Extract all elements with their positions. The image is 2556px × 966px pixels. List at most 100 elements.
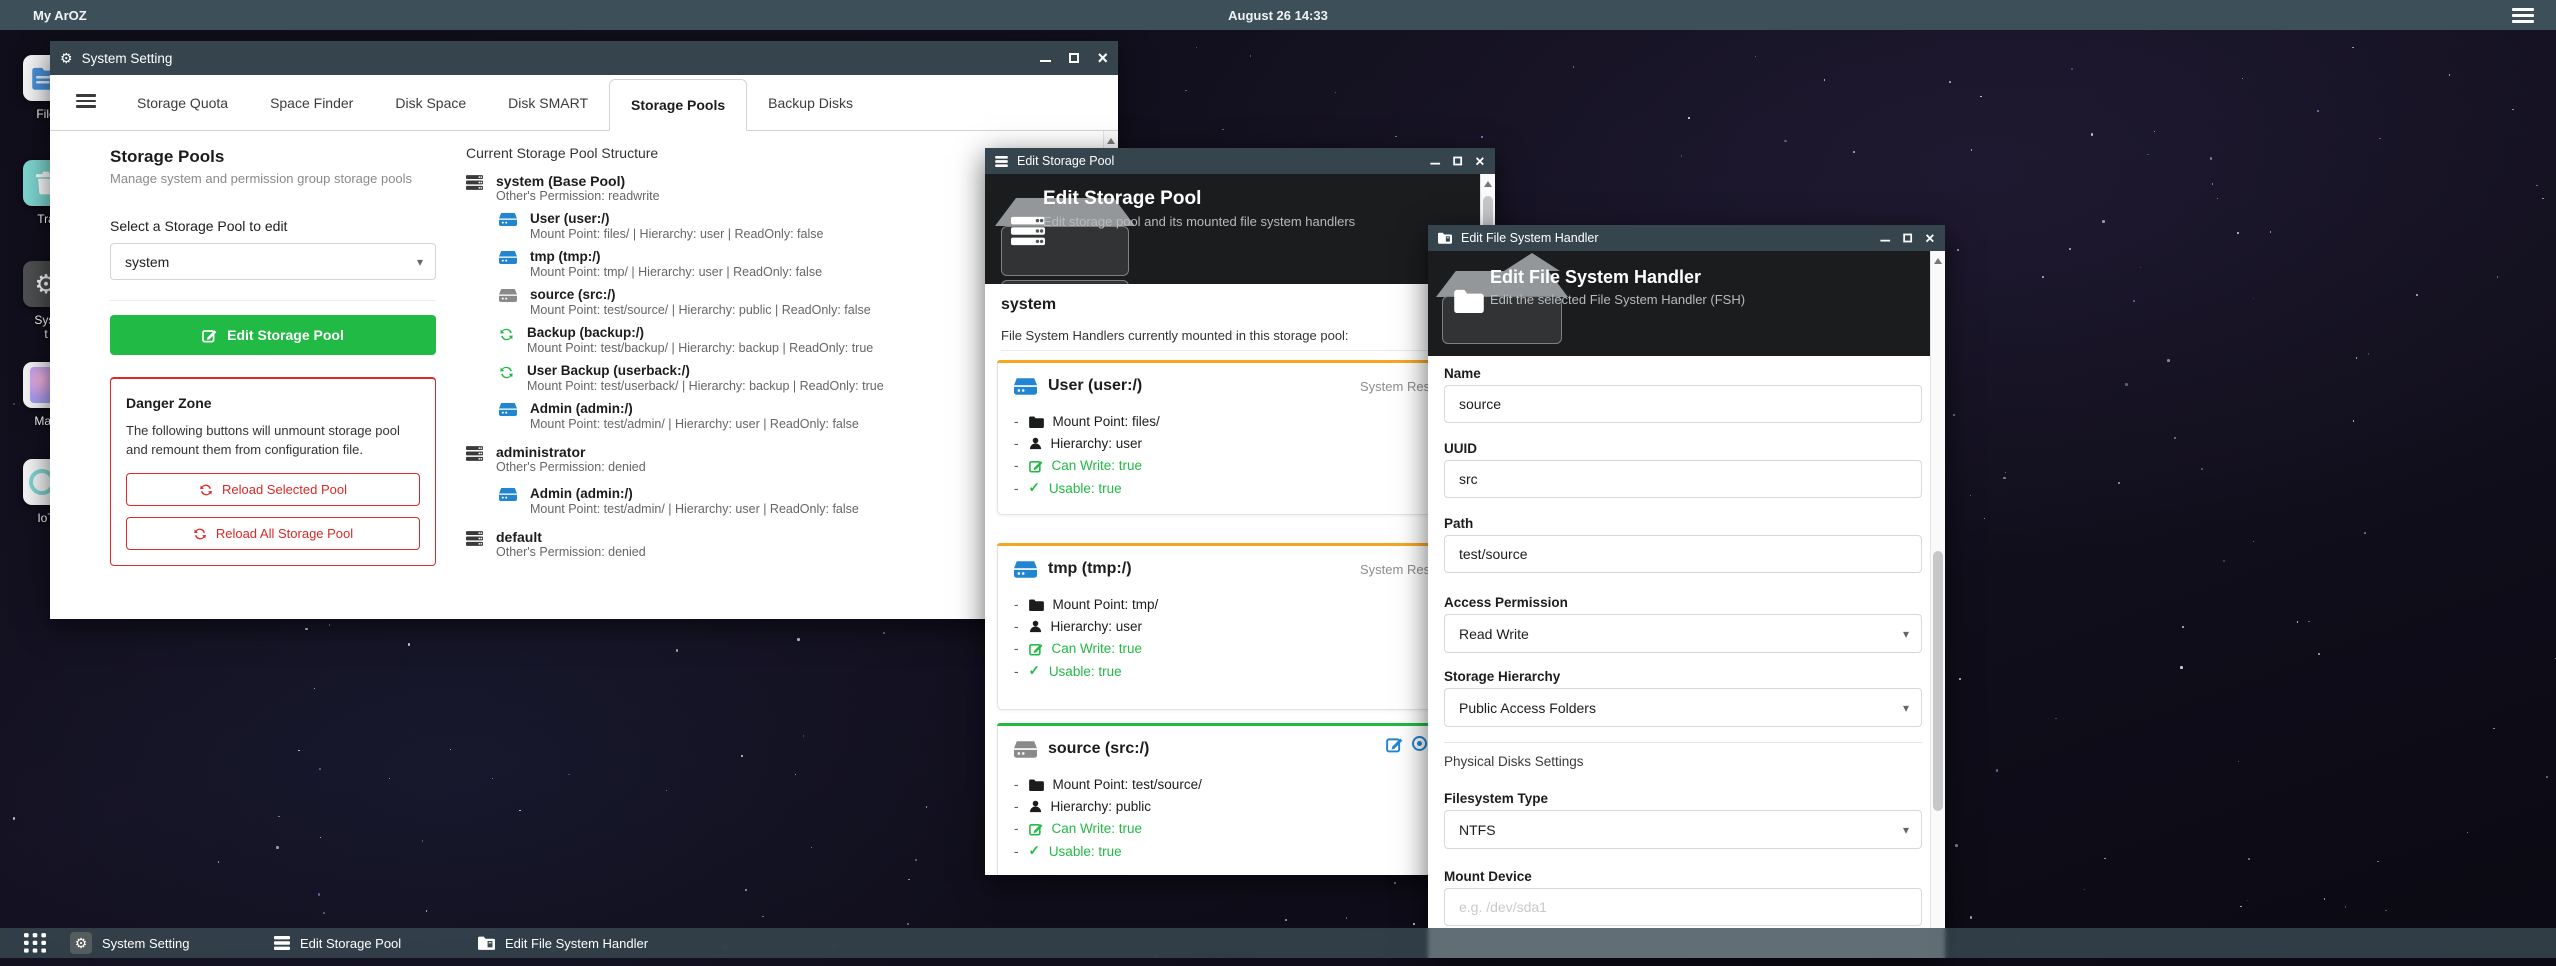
scrollbar-thumb[interactable] bbox=[1933, 551, 1943, 811]
unmount-fsh-button[interactable] bbox=[1412, 736, 1427, 751]
user-icon bbox=[1029, 800, 1042, 813]
taskbar-item-edit-storage-pool[interactable]: Edit Storage Pool bbox=[274, 928, 401, 958]
module-subtitle: Edit storage pool and its mounted file s… bbox=[1043, 214, 1355, 229]
edit-fsh-button[interactable] bbox=[1386, 736, 1403, 753]
storage-hierarchy-select[interactable]: Public Access Folders ▾ bbox=[1444, 688, 1922, 727]
taskbar: ⚙ System Setting Edit Storage Pool Edit … bbox=[0, 928, 2556, 958]
fsh-scrollbar[interactable] bbox=[1930, 251, 1945, 958]
reload-all-pool-button[interactable]: Reload All Storage Pool bbox=[126, 517, 420, 550]
storage-pools-panel: Storage Pools Manage system and permissi… bbox=[110, 147, 436, 566]
chevron-down-icon: ▾ bbox=[1903, 701, 1909, 715]
list-icon bbox=[995, 156, 1008, 167]
server-icon bbox=[1011, 216, 1045, 246]
list-icon bbox=[274, 936, 290, 950]
disk-icon bbox=[499, 488, 517, 517]
module-header: Edit File System Handler Edit the select… bbox=[1428, 251, 1945, 356]
brand-label: My ArOZ bbox=[33, 8, 87, 23]
edit-storage-pool-titlebar[interactable]: Edit Storage Pool × bbox=[985, 148, 1495, 174]
disk-icon bbox=[499, 403, 517, 432]
uuid-field[interactable] bbox=[1444, 460, 1922, 498]
menu-icon[interactable] bbox=[76, 94, 96, 111]
sync-icon bbox=[499, 365, 514, 394]
hamburger-icon[interactable] bbox=[2512, 8, 2534, 26]
scroll-up-icon[interactable] bbox=[1107, 138, 1115, 144]
module-header: Edit Storage Pool Edit storage pool and … bbox=[985, 174, 1495, 284]
settings-tabbar: Storage Quota Space Finder Disk Space Di… bbox=[50, 75, 1118, 131]
access-permission-select[interactable]: Read Write ▾ bbox=[1444, 614, 1922, 653]
storage-pool-select-value: system bbox=[125, 254, 169, 270]
storage-pool-select[interactable]: system ▾ bbox=[110, 243, 436, 280]
folder-doc-icon bbox=[478, 936, 495, 950]
system-setting-titlebar[interactable]: ⚙ System Setting × bbox=[50, 41, 1118, 75]
fsh-card-user: User (user:/) System Res Mount Point: fi… bbox=[997, 360, 1477, 515]
pool-content: system File System Handlers currently mo… bbox=[985, 284, 1480, 875]
tab-disk-space[interactable]: Disk Space bbox=[374, 75, 487, 130]
module-title: Edit Storage Pool bbox=[1043, 188, 1201, 210]
edit-icon bbox=[202, 328, 217, 343]
edit-storage-pool-button[interactable]: Edit Storage Pool bbox=[110, 315, 436, 355]
minimize-button[interactable] bbox=[1881, 240, 1891, 242]
danger-zone-title: Danger Zone bbox=[126, 395, 420, 411]
filesystem-type-select[interactable]: NTFS ▾ bbox=[1444, 810, 1922, 849]
tab-disk-smart[interactable]: Disk SMART bbox=[487, 75, 609, 130]
mount-device-label: Mount Device bbox=[1444, 869, 1532, 884]
user-icon bbox=[1029, 620, 1042, 633]
clock-label: August 26 14:33 bbox=[1228, 8, 1328, 23]
close-button[interactable]: × bbox=[1476, 153, 1485, 169]
maximize-button[interactable] bbox=[1904, 234, 1913, 243]
module-subtitle: Edit the selected File System Handler (F… bbox=[1490, 292, 1745, 307]
tab-storage-quota[interactable]: Storage Quota bbox=[116, 75, 249, 130]
folder-icon bbox=[1454, 289, 1484, 313]
access-permission-label: Access Permission bbox=[1444, 595, 1568, 610]
folder-icon bbox=[1029, 599, 1044, 611]
page-title: Storage Pools bbox=[110, 147, 436, 167]
mount-device-field[interactable] bbox=[1444, 888, 1922, 926]
fsh-form: Name UUID Path Access Permission Read Wr… bbox=[1428, 356, 1930, 958]
chevron-down-icon: ▾ bbox=[1903, 823, 1909, 837]
tab-space-finder[interactable]: Space Finder bbox=[249, 75, 374, 130]
close-button[interactable]: × bbox=[1926, 230, 1935, 246]
tab-storage-pools[interactable]: Storage Pools bbox=[609, 79, 747, 131]
select-pool-label: Select a Storage Pool to edit bbox=[110, 218, 436, 234]
reload-selected-pool-button[interactable]: Reload Selected Pool bbox=[126, 473, 420, 506]
edit-icon bbox=[1029, 642, 1043, 656]
disk-icon bbox=[1014, 741, 1037, 758]
minimize-button[interactable] bbox=[1431, 163, 1441, 165]
gear-icon: ⚙ bbox=[70, 932, 92, 954]
user-icon bbox=[1029, 437, 1042, 450]
close-button[interactable]: × bbox=[1097, 49, 1108, 67]
minimize-button[interactable] bbox=[1040, 60, 1051, 62]
maximize-button[interactable] bbox=[1454, 157, 1463, 166]
danger-zone-description: The following buttons will unmount stora… bbox=[126, 421, 420, 459]
tab-backup-disks[interactable]: Backup Disks bbox=[747, 75, 874, 130]
folder-icon bbox=[1029, 416, 1044, 428]
chevron-down-icon: ▾ bbox=[417, 255, 423, 269]
disk-icon bbox=[1014, 561, 1037, 578]
taskbar-item-edit-fsh[interactable]: Edit File System Handler bbox=[478, 928, 648, 958]
storage-hierarchy-label: Storage Hierarchy bbox=[1444, 669, 1560, 684]
fsh-card-source: source (src:/) Mount Point: test/source/… bbox=[997, 723, 1477, 875]
divider bbox=[110, 300, 436, 301]
window-title: System Setting bbox=[82, 51, 173, 66]
danger-zone: Danger Zone The following buttons will u… bbox=[110, 377, 436, 566]
desktop: My ArOZ August 26 14:33 File Tra ⚙ Syst … bbox=[0, 0, 2556, 966]
scroll-up-icon[interactable] bbox=[1934, 258, 1942, 264]
server-icon bbox=[466, 531, 483, 560]
taskbar-item-system-setting[interactable]: ⚙ System Setting bbox=[70, 928, 189, 958]
name-label: Name bbox=[1444, 366, 1481, 381]
maximize-button[interactable] bbox=[1069, 53, 1079, 63]
edit-fsh-window: Edit File System Handler × Edit File Sys… bbox=[1428, 225, 1945, 958]
disk-icon bbox=[1014, 378, 1037, 395]
edit-fsh-titlebar[interactable]: Edit File System Handler × bbox=[1428, 225, 1945, 251]
check-icon: ✓ bbox=[1029, 663, 1040, 679]
check-icon: ✓ bbox=[1029, 843, 1040, 859]
edit-storage-pool-window: Edit Storage Pool × Edit Storage Pool Ed… bbox=[985, 148, 1495, 875]
sync-icon bbox=[499, 327, 514, 356]
app-grid-icon[interactable] bbox=[24, 933, 46, 953]
filesystem-type-label: Filesystem Type bbox=[1444, 791, 1548, 806]
divider bbox=[1001, 350, 1476, 351]
chevron-down-icon: ▾ bbox=[1903, 627, 1909, 641]
path-field[interactable] bbox=[1444, 535, 1922, 573]
scroll-up-icon[interactable] bbox=[1484, 181, 1492, 187]
name-field[interactable] bbox=[1444, 385, 1922, 423]
